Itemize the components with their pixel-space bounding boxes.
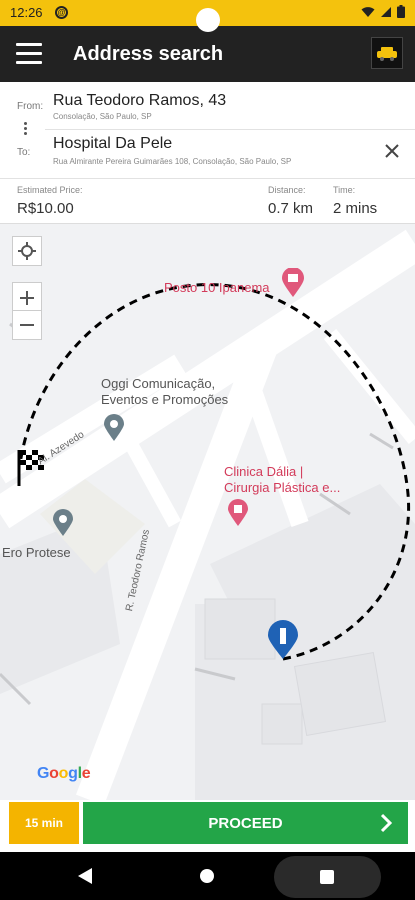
more-vert-icon xyxy=(24,122,28,136)
to-address-detail: Rua Almirante Pereira Guimarães 108, Con… xyxy=(53,157,292,166)
at-sign-icon: @ xyxy=(55,6,68,19)
recents-square-icon xyxy=(320,870,334,884)
origin-pin-icon[interactable] xyxy=(268,620,298,660)
recents-button[interactable] xyxy=(274,856,381,898)
hamburger-menu-icon[interactable] xyxy=(16,43,42,65)
signal-icon xyxy=(381,6,391,17)
distance-value: 0.7 km xyxy=(268,200,314,217)
poi-label-line: Oggi Comunicação, xyxy=(101,376,216,391)
from-address-detail: Consolação, São Paulo, SP xyxy=(53,112,152,121)
poi-label-line: Clinica Dália | xyxy=(224,464,304,479)
place-pin-icon[interactable] xyxy=(53,509,73,537)
close-icon[interactable] xyxy=(383,142,401,160)
time-label: Time: xyxy=(333,185,356,195)
route-panel: From: To: Rua Teodoro Ramos, 43 Consolaç… xyxy=(0,82,415,178)
hospital-pin-icon[interactable] xyxy=(228,499,248,527)
home-circle-icon[interactable] xyxy=(200,869,214,883)
divider xyxy=(45,129,415,130)
poi-label-line: Eventos e Promoções xyxy=(101,392,229,407)
chevron-right-icon xyxy=(380,813,392,833)
status-bar: 12:26 @ xyxy=(0,0,415,32)
estimate-panel: Estimated Price: R$10.00 Distance: 0.7 k… xyxy=(0,178,415,224)
back-triangle-icon[interactable] xyxy=(78,868,94,884)
battery-icon xyxy=(397,5,405,18)
status-time: 12:26 xyxy=(10,5,43,20)
poi-label-line: Cirurgia Plástica e... xyxy=(224,480,341,495)
poi-label-oggi[interactable]: Oggi Comunicação, Eventos e Promoções xyxy=(101,376,228,408)
from-address-field[interactable]: Rua Teodoro Ramos, 43 xyxy=(53,92,226,110)
distance-label: Distance: xyxy=(268,185,306,195)
eta-badge: 15 min xyxy=(9,802,79,844)
camera-cutout xyxy=(196,8,220,32)
time-value: 2 mins xyxy=(333,200,378,217)
fuel-station-pin-icon[interactable] xyxy=(282,268,304,298)
wifi-icon xyxy=(361,6,375,17)
minus-icon xyxy=(20,324,34,326)
action-bar: 15 min PROCEED xyxy=(0,800,415,852)
system-nav-bar xyxy=(0,852,415,900)
poi-label-posto[interactable]: Posto 10 Ipanema xyxy=(164,280,270,296)
proceed-button[interactable]: PROCEED xyxy=(83,802,408,844)
page-title: Address search xyxy=(73,43,224,65)
from-label: From: xyxy=(17,101,44,112)
my-location-button[interactable] xyxy=(12,236,42,266)
app-bar: Address search xyxy=(0,26,415,82)
plus-icon xyxy=(20,290,34,305)
taxi-logo-icon xyxy=(371,37,403,69)
proceed-label: PROCEED xyxy=(208,814,283,832)
price-label: Estimated Price: xyxy=(17,185,83,195)
price-value: R$10.00 xyxy=(17,200,74,217)
poi-label-ero[interactable]: Ero Protese xyxy=(2,545,71,561)
zoom-in-button[interactable] xyxy=(12,282,42,312)
map-view[interactable]: Posto 10 Ipanema Oggi Comunicação, Event… xyxy=(0,224,415,800)
to-label: To: xyxy=(17,147,31,158)
google-attribution: Google xyxy=(37,765,91,782)
status-icons xyxy=(361,5,405,18)
zoom-out-button[interactable] xyxy=(12,310,42,340)
crosshair-icon xyxy=(18,242,36,260)
to-address-field[interactable]: Hospital Da Pele xyxy=(53,135,172,153)
poi-label-clinica[interactable]: Clinica Dália | Cirurgia Plástica e... xyxy=(224,464,340,496)
place-pin-icon[interactable] xyxy=(104,414,124,442)
